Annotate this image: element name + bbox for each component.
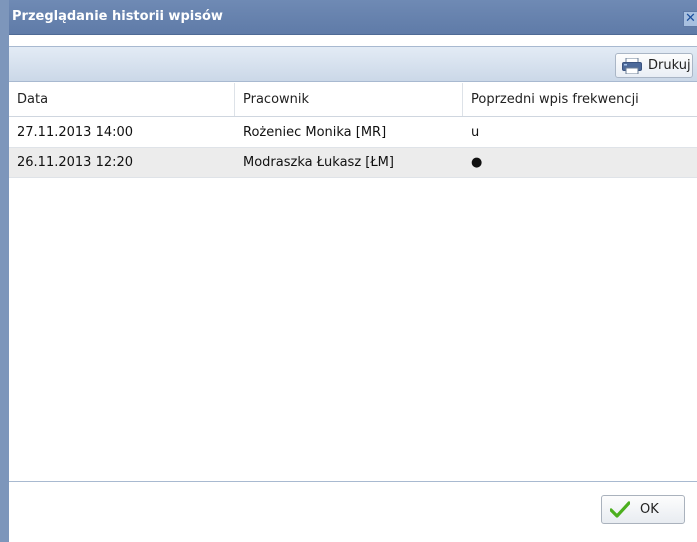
cell-employee: Modraszka Łukasz [ŁM] [243,155,394,170]
dialog-title: Przeglądanie historii wpisów [12,9,223,24]
table-body: 27.11.2013 14:00 Rożeniec Monika [MR] u … [9,118,697,482]
ok-button-label: OK [640,502,659,517]
table-row[interactable]: 27.11.2013 14:00 Rożeniec Monika [MR] u [9,118,697,148]
print-button[interactable]: Drukuj [615,53,693,78]
history-dialog: Przeglądanie historii wpisów ✕ Drukuj Da… [0,0,697,542]
cell-employee: Rożeniec Monika [MR] [243,125,387,140]
dialog-toolbar: Drukuj [9,46,697,82]
dialog-footer: OK [9,483,697,542]
printer-icon [622,57,642,74]
table-header: Data Pracownik Poprzedni wpis frekwencji [9,83,697,117]
cell-date: 26.11.2013 12:20 [17,155,134,170]
cell-previous-entry: u [471,125,480,140]
cell-date: 27.11.2013 14:00 [17,125,134,140]
table-row[interactable]: 26.11.2013 12:20 Modraszka Łukasz [ŁM] ● [9,148,697,178]
column-header-employee[interactable]: Pracownik [235,83,463,116]
checkmark-icon [610,500,630,518]
close-icon: ✕ [685,11,696,26]
ok-button[interactable]: OK [601,495,685,524]
cell-previous-entry: ● [471,155,483,170]
column-header-previous-entry[interactable]: Poprzedni wpis frekwencji [463,83,697,116]
column-header-date[interactable]: Data [9,83,235,116]
print-button-label: Drukuj [648,58,691,73]
dialog-titlebar[interactable]: Przeglądanie historii wpisów ✕ [9,0,697,35]
close-button[interactable]: ✕ [683,11,697,27]
